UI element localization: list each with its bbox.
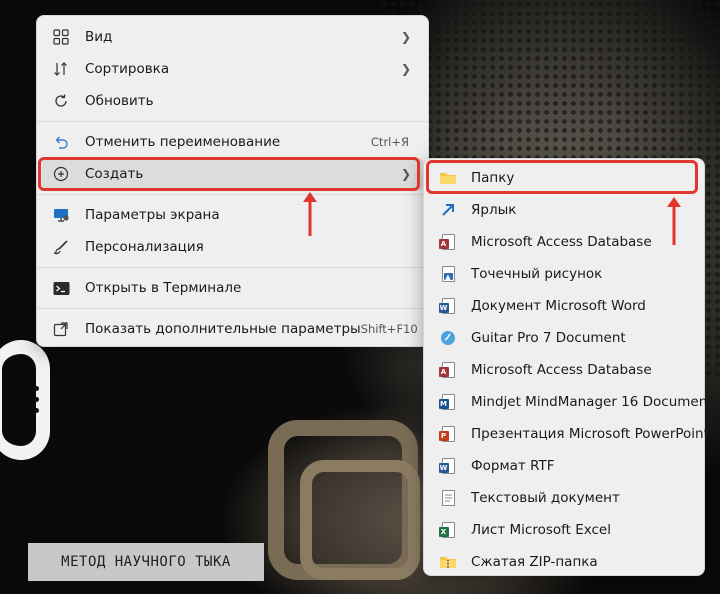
bitmap-file-icon: ▲ bbox=[438, 264, 458, 284]
menu-item-label: Отменить переименование bbox=[85, 134, 281, 150]
menu-item-sort[interactable]: Сортировка ❯ bbox=[42, 53, 423, 85]
undo-icon bbox=[51, 132, 71, 152]
menu-separator bbox=[37, 194, 428, 195]
submenu-item-mindmanager[interactable]: M Mindjet MindManager 16 Document bbox=[429, 386, 713, 418]
submenu-item-word-document[interactable]: W Документ Microsoft Word bbox=[429, 290, 699, 322]
submenu-item-label: Презентация Microsoft PowerPoint bbox=[471, 426, 709, 442]
chevron-right-icon: ❯ bbox=[400, 62, 411, 76]
rtf-file-icon: W bbox=[438, 456, 458, 476]
menu-item-display-settings[interactable]: Параметры экрана bbox=[42, 199, 423, 231]
menu-item-personalization[interactable]: Персонализация bbox=[42, 231, 423, 263]
more-options-icon bbox=[51, 319, 71, 339]
word-file-icon: W bbox=[438, 296, 458, 316]
menu-item-label: Создать bbox=[85, 166, 144, 182]
menu-item-label: Персонализация bbox=[85, 239, 204, 255]
submenu-item-rtf[interactable]: W Формат RTF bbox=[429, 450, 699, 482]
submenu-item-text-document[interactable]: Текстовый документ bbox=[429, 482, 699, 514]
menu-item-shortcut: Ctrl+Я bbox=[370, 135, 409, 149]
menu-item-undo-rename[interactable]: Отменить переименование Ctrl+Я bbox=[42, 126, 423, 158]
watermark: МЕТОД НАУЧНОГО ТЫКА bbox=[28, 543, 264, 581]
submenu-item-label: Сжатая ZIP-папка bbox=[471, 554, 598, 570]
menu-item-open-terminal[interactable]: Открыть в Терминале bbox=[42, 272, 423, 304]
microphone-mount-inner bbox=[300, 460, 420, 580]
decorative-dots bbox=[34, 380, 46, 420]
menu-item-refresh[interactable]: Обновить bbox=[42, 85, 423, 117]
display-settings-icon bbox=[51, 205, 71, 225]
zip-folder-icon bbox=[438, 552, 458, 572]
menu-item-label: Вид bbox=[85, 29, 113, 45]
menu-item-label: Параметры экрана bbox=[85, 207, 220, 223]
submenu-item-zip-folder[interactable]: Сжатая ZIP-папка bbox=[429, 546, 699, 578]
submenu-item-excel[interactable]: X Лист Microsoft Excel bbox=[429, 514, 699, 546]
access-file-icon: A bbox=[438, 232, 458, 252]
menu-item-label: Показать дополнительные параметры bbox=[85, 321, 361, 337]
powerpoint-file-icon: P bbox=[438, 424, 458, 444]
excel-file-icon: X bbox=[438, 520, 458, 540]
submenu-item-label: Лист Microsoft Excel bbox=[471, 522, 611, 538]
menu-item-label: Обновить bbox=[85, 93, 154, 109]
menu-item-view[interactable]: Вид ❯ bbox=[42, 21, 423, 53]
submenu-item-label: Папку bbox=[471, 170, 515, 186]
text-file-icon bbox=[438, 488, 458, 508]
menu-separator bbox=[37, 121, 428, 122]
submenu-item-label: Документ Microsoft Word bbox=[471, 298, 646, 314]
submenu-item-guitar-pro[interactable]: Guitar Pro 7 Document bbox=[429, 322, 699, 354]
menu-item-label: Открыть в Терминале bbox=[85, 280, 242, 296]
chevron-right-icon: ❯ bbox=[400, 30, 411, 44]
menu-item-create[interactable]: Создать ❯ bbox=[42, 158, 423, 190]
submenu-item-shortcut[interactable]: Ярлык bbox=[429, 194, 699, 226]
menu-separator bbox=[37, 308, 428, 309]
submenu-item-bitmap[interactable]: ▲ Точечный рисунок bbox=[429, 258, 699, 290]
submenu-item-label: Текстовый документ bbox=[471, 490, 620, 506]
submenu-item-access-database-2[interactable]: A Microsoft Access Database bbox=[429, 354, 699, 386]
submenu-item-label: Guitar Pro 7 Document bbox=[471, 330, 626, 346]
brush-icon bbox=[51, 237, 71, 257]
sort-icon bbox=[51, 59, 71, 79]
guitar-pro-file-icon bbox=[438, 328, 458, 348]
submenu-item-label: Microsoft Access Database bbox=[471, 362, 652, 378]
mindmanager-file-icon: M bbox=[438, 392, 458, 412]
shortcut-arrow-icon bbox=[438, 200, 458, 220]
submenu-item-label: Формат RTF bbox=[471, 458, 555, 474]
menu-item-more-options[interactable]: Показать дополнительные параметры Shift+… bbox=[42, 313, 423, 345]
terminal-icon bbox=[51, 278, 71, 298]
submenu-item-access-database[interactable]: A Microsoft Access Database bbox=[429, 226, 699, 258]
folder-icon bbox=[438, 168, 458, 188]
submenu-item-folder[interactable]: Папку bbox=[429, 162, 699, 194]
submenu-item-label: Точечный рисунок bbox=[471, 266, 603, 282]
refresh-icon bbox=[51, 91, 71, 111]
menu-item-label: Сортировка bbox=[85, 61, 170, 77]
submenu-item-label: Mindjet MindManager 16 Document bbox=[471, 394, 713, 410]
submenu-item-powerpoint[interactable]: P Презентация Microsoft PowerPoint bbox=[429, 418, 709, 450]
menu-item-shortcut: Shift+F10 bbox=[360, 322, 418, 336]
desktop-context-menu: Вид ❯ Сортировка ❯ Обновить Отменить пер… bbox=[36, 15, 429, 347]
create-submenu: Папку Ярлык A Microsoft Access Database … bbox=[423, 158, 713, 578]
annotation-arrow-folder bbox=[667, 197, 681, 245]
grid-view-icon bbox=[51, 27, 71, 47]
chevron-right-icon: ❯ bbox=[400, 167, 411, 181]
access-file-icon: A bbox=[438, 360, 458, 380]
menu-separator bbox=[37, 267, 428, 268]
add-circle-icon bbox=[51, 164, 71, 184]
annotation-arrow-create bbox=[303, 192, 317, 236]
